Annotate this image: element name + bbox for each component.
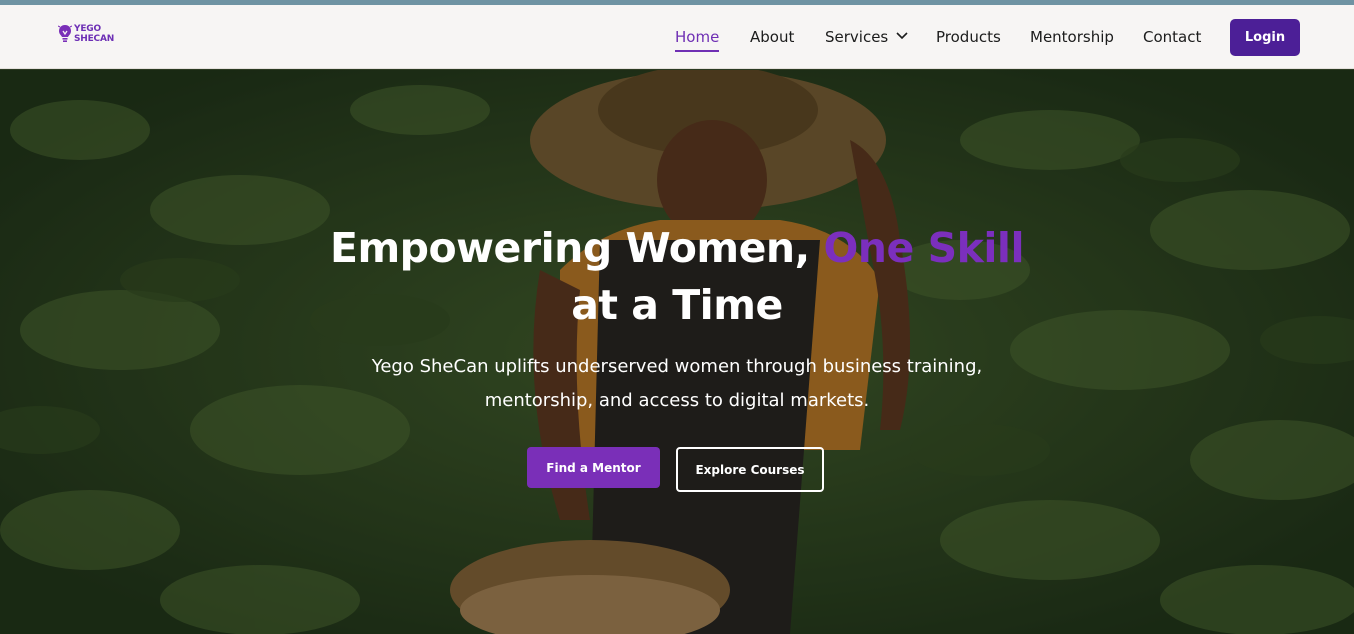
find-mentor-button[interactable]: Find a Mentor [527,447,660,488]
hero-subtext: Yego SheCan uplifts underserved women th… [0,350,1354,418]
headline-accent: One Skill [823,224,1025,272]
chevron-down-icon [896,32,908,40]
main-nav: Home About Services Products Mentorship … [0,5,1354,69]
headline-part2: at a Time [571,281,783,329]
nav-home[interactable]: Home [675,28,720,52]
headline-part1: Empowering Women, [329,224,824,272]
nav-services[interactable]: Services [825,28,908,46]
nav-about[interactable]: About [750,28,794,46]
nav-contact[interactable]: Contact [1143,28,1201,46]
hero-section: Empowering Women, One Skill at a Time Ye… [0,70,1354,634]
hero-subtext-line2: mentorship, and access to digital market… [484,390,870,411]
explore-courses-button[interactable]: Explore Courses [676,447,824,492]
hero-headline: Empowering Women, One Skill at a Time [0,220,1354,334]
login-button[interactable]: Login [1230,19,1300,56]
nav-mentorship[interactable]: Mentorship [1030,28,1114,46]
navbar: YEGO SHECAN Home About Services Products… [0,5,1354,69]
nav-products[interactable]: Products [936,28,1001,46]
nav-services-label: Services [825,28,889,46]
hero-subtext-line1: Yego SheCan uplifts underserved women th… [371,356,983,377]
